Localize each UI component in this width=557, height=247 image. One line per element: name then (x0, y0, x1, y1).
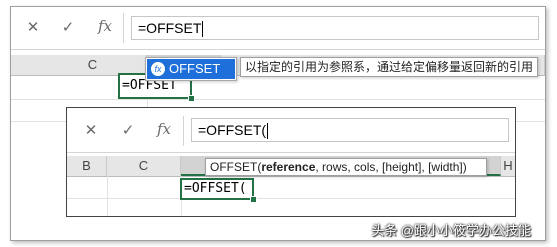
function-description-text: 以指定的引用为参照系，通过给定偏移量返回新的引用 (245, 60, 534, 74)
column-header-c[interactable]: C (107, 156, 181, 176)
text-caret (267, 123, 269, 140)
formula-bar: ✕ ✓ fx =OFFSET (11, 7, 545, 50)
column-header-h[interactable]: H (501, 156, 515, 176)
function-description-tooltip: 以指定的引用为参照系，通过给定偏移量返回新的引用 (240, 57, 538, 77)
watermark: 头条 @跟小小筱学办公技能 (371, 223, 531, 238)
formula-input[interactable]: =OFFSET( (191, 118, 509, 142)
function-arguments-tooltip: OFFSET(reference, rows, cols, [height], … (205, 158, 487, 176)
tooltip-function-name[interactable]: OFFSET( (210, 160, 261, 174)
fill-handle[interactable] (250, 196, 257, 203)
toolbar-separator (183, 116, 184, 146)
autocomplete-item-label: OFFSET (169, 61, 221, 76)
function-autocomplete-list: fx OFFSET (145, 57, 237, 81)
toolbar-separator (123, 13, 124, 43)
formula-input[interactable]: =OFFSET (131, 16, 539, 40)
formula-text: =OFFSET (138, 20, 202, 36)
column-header-c[interactable]: C (39, 55, 147, 75)
tooltip-current-argument[interactable]: reference (261, 160, 315, 174)
column-header-b[interactable]: B (67, 156, 107, 176)
cancel-button[interactable]: ✕ (25, 20, 41, 35)
row-gridline (11, 99, 545, 100)
formula-text: =OFFSET( (198, 122, 267, 138)
row-gridline (67, 198, 515, 199)
autocomplete-item-offset[interactable]: fx OFFSET (147, 59, 235, 79)
active-cell[interactable]: =OFFSET( (180, 178, 254, 200)
inner-formula-bar: ✕ ✓ fx =OFFSET( (67, 108, 515, 153)
inner-excel-window: ✕ ✓ fx =OFFSET( B C H =OFFSET( OFFSET(re… (66, 107, 516, 217)
text-caret (202, 21, 204, 38)
enter-button[interactable]: ✓ (120, 123, 136, 138)
insert-function-button[interactable]: fx (96, 19, 114, 34)
fill-handle[interactable] (188, 95, 195, 102)
active-cell-text: =OFFSET( (184, 181, 247, 196)
function-icon: fx (150, 61, 166, 77)
insert-function-button[interactable]: fx (155, 122, 173, 137)
enter-button[interactable]: ✓ (60, 20, 76, 35)
cancel-button[interactable]: ✕ (83, 123, 99, 138)
column-gridline (107, 176, 108, 216)
tooltip-remaining-arguments: , rows, cols, [height], [width]) (315, 160, 467, 174)
